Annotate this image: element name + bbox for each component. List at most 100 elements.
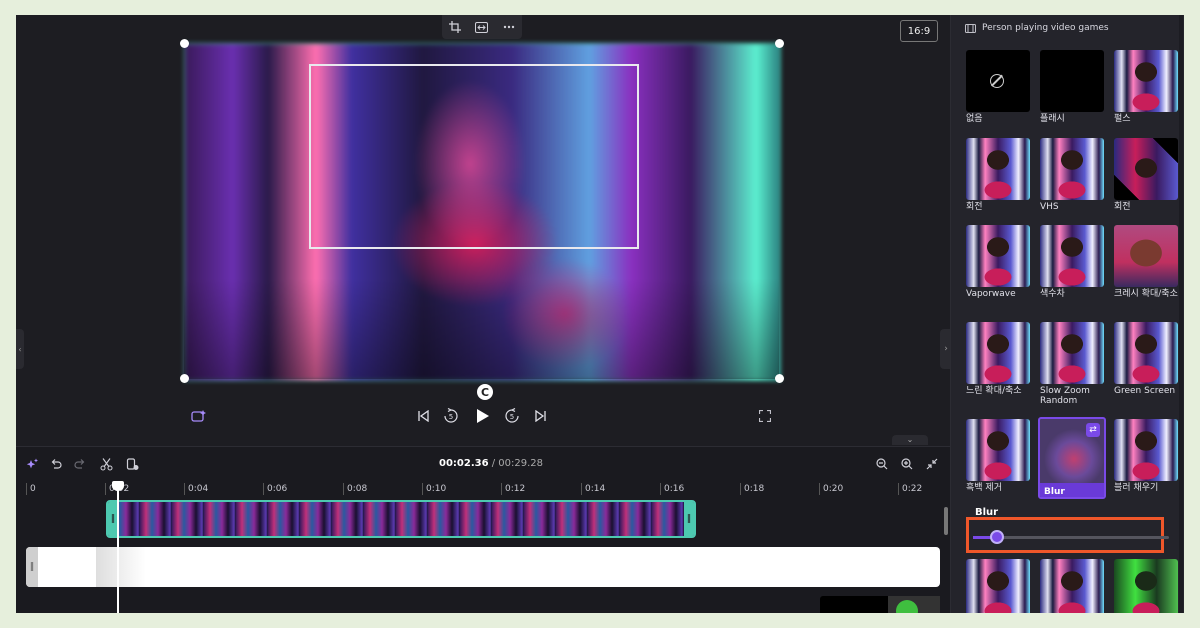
effect-thumbnail xyxy=(1114,419,1178,481)
collapse-timeline-toggle[interactable]: ⌄ xyxy=(892,435,928,445)
video-clip[interactable]: ‖ ‖ xyxy=(106,500,696,538)
effect-crash-zoom[interactable]: 크레시 확대/축소 xyxy=(1114,225,1178,299)
more-icon[interactable] xyxy=(500,18,518,36)
effect-label: 펄스 xyxy=(1114,114,1131,124)
skip-back-icon[interactable] xyxy=(414,407,432,425)
effect-vaporwave[interactable]: Vaporwave xyxy=(966,225,1030,299)
effect-thumbnail xyxy=(966,419,1030,481)
ruler-tick: 0:12 xyxy=(501,483,525,495)
adjust-settings-icon[interactable]: ⇄ xyxy=(1086,423,1100,437)
resize-handle-top-right[interactable] xyxy=(775,39,784,48)
playhead-line[interactable] xyxy=(117,487,119,613)
effect-slow-zoom[interactable]: 느린 확대/축소 xyxy=(966,322,1030,396)
ruler-tick: 0:14 xyxy=(581,483,605,495)
no-effect-icon xyxy=(990,74,1004,88)
effect-blur[interactable]: ⇄ Blur xyxy=(1038,417,1106,499)
effect-blur-fill[interactable]: 블러 채우기 xyxy=(1114,419,1178,493)
rotate-handle[interactable]: C xyxy=(477,384,493,400)
blur-slider-knob[interactable] xyxy=(990,530,1004,544)
effect-thumbnail xyxy=(1114,559,1178,613)
ruler-tick: 0:08 xyxy=(343,483,367,495)
preview-area: 16:9 C 5 5 ‹ ⌄ xyxy=(16,15,950,445)
fit-icon[interactable] xyxy=(473,18,491,36)
effect-label: 색수차 xyxy=(1040,289,1065,299)
effect-chromatic[interactable]: 색수차 xyxy=(1040,225,1104,299)
ruler-tick: 0:06 xyxy=(263,483,287,495)
ruler-tick: 0:18 xyxy=(740,483,764,495)
effect-thumbnail xyxy=(966,225,1030,287)
panel-title: Person playing video games xyxy=(982,23,1109,33)
panel-header: Person playing video games xyxy=(965,21,1175,35)
effect-black-and-white[interactable]: 흑백 제거 xyxy=(966,419,1030,493)
redo-icon[interactable] xyxy=(72,456,88,472)
effect-pulse[interactable]: 펄스 xyxy=(1114,50,1178,124)
magic-icon[interactable] xyxy=(190,407,208,425)
resize-handle-top-left[interactable] xyxy=(180,39,189,48)
effect-label: Blur xyxy=(1040,483,1104,497)
delete-icon[interactable] xyxy=(124,456,140,472)
effect-slow-zoom-random[interactable]: Slow Zoom Random xyxy=(1040,322,1104,406)
crop-rectangle[interactable] xyxy=(309,64,639,249)
fullscreen-icon[interactable] xyxy=(756,407,774,425)
effect-thumbnail xyxy=(1114,50,1178,112)
effect-vhs[interactable]: VHS xyxy=(1040,138,1104,212)
undo-icon[interactable] xyxy=(48,456,64,472)
effect-extra-3[interactable] xyxy=(1114,559,1178,613)
forward-5-icon[interactable]: 5 xyxy=(503,407,521,425)
effect-label: 플래시 xyxy=(1040,114,1065,124)
timeline-ruler[interactable]: 0 0:02 0:04 0:06 0:08 0:10 0:12 0:14 0:1… xyxy=(16,481,950,497)
current-time: 00:02.36 xyxy=(439,458,489,469)
effect-label: 크레시 확대/축소 xyxy=(1114,289,1178,299)
panel-scrollbar[interactable] xyxy=(1179,15,1183,613)
magic-icon[interactable] xyxy=(24,456,40,472)
effect-label: Vaporwave xyxy=(966,289,1016,299)
effect-flash[interactable]: 플래시 xyxy=(1040,50,1104,124)
film-icon xyxy=(965,23,976,33)
effect-label: Slow Zoom Random xyxy=(1040,386,1090,406)
aspect-ratio-button[interactable]: 16:9 xyxy=(900,20,938,42)
effect-thumbnail xyxy=(1040,559,1104,613)
effect-extra-2[interactable] xyxy=(1040,559,1104,613)
resize-handle-bottom-right[interactable] xyxy=(775,374,784,383)
effect-none[interactable]: 없음 xyxy=(966,50,1030,124)
effect-label: 블러 채우기 xyxy=(1114,483,1159,493)
rewind-5-icon[interactable]: 5 xyxy=(442,407,460,425)
zoom-in-icon[interactable] xyxy=(899,456,915,472)
clip-trim-right-handle[interactable]: ‖ xyxy=(684,502,694,536)
effect-green-screen[interactable]: Green Screen xyxy=(1114,322,1178,396)
audio-trim-handle[interactable]: ‖ xyxy=(26,547,38,587)
effect-thumbnail xyxy=(966,559,1030,613)
scissors-icon[interactable] xyxy=(98,456,114,472)
crop-icon[interactable] xyxy=(446,18,464,36)
effect-rotate[interactable]: 회전 xyxy=(966,138,1030,212)
effect-label: 느린 확대/축소 xyxy=(966,386,1022,396)
preview-toolbar xyxy=(442,15,522,39)
resize-handle-bottom-left[interactable] xyxy=(180,374,189,383)
left-panel-toggle[interactable]: ‹ xyxy=(16,329,24,369)
skip-forward-icon[interactable] xyxy=(532,407,550,425)
effect-thumbnail xyxy=(1040,50,1104,112)
play-icon[interactable] xyxy=(474,407,492,425)
audio-track-clip[interactable]: ‖ xyxy=(26,547,940,587)
effect-thumbnail xyxy=(1040,322,1104,384)
overlay-clip[interactable] xyxy=(820,596,888,613)
audio-fade-shade xyxy=(96,547,146,587)
ruler-tick: 0:20 xyxy=(819,483,843,495)
playhead-knob[interactable] xyxy=(112,481,124,491)
effect-rotate-2[interactable]: 회전 xyxy=(1114,138,1178,212)
zoom-out-icon[interactable] xyxy=(874,456,890,472)
effect-thumbnail xyxy=(966,322,1030,384)
effects-panel: Person playing video games 없음 플래시 펄스 회전 … xyxy=(950,15,1184,613)
effect-thumbnail xyxy=(1040,138,1104,200)
effect-thumbnail xyxy=(966,138,1030,200)
timeline-scrollbar[interactable] xyxy=(944,507,948,535)
ruler-tick: 0:16 xyxy=(660,483,684,495)
effect-thumbnail: ⇄ Blur xyxy=(1038,417,1106,499)
fit-timeline-icon[interactable] xyxy=(924,456,940,472)
effect-thumbnail xyxy=(1114,322,1178,384)
effect-label: 회전 xyxy=(1114,202,1131,212)
effect-label: Green Screen xyxy=(1114,386,1176,396)
effect-extra-1[interactable] xyxy=(966,559,1030,613)
effect-label: 흑백 제거 xyxy=(966,483,1002,493)
timeline: 00:02.36 / 00:29.28 0 0:02 0:04 0:06 0:0… xyxy=(16,446,950,613)
